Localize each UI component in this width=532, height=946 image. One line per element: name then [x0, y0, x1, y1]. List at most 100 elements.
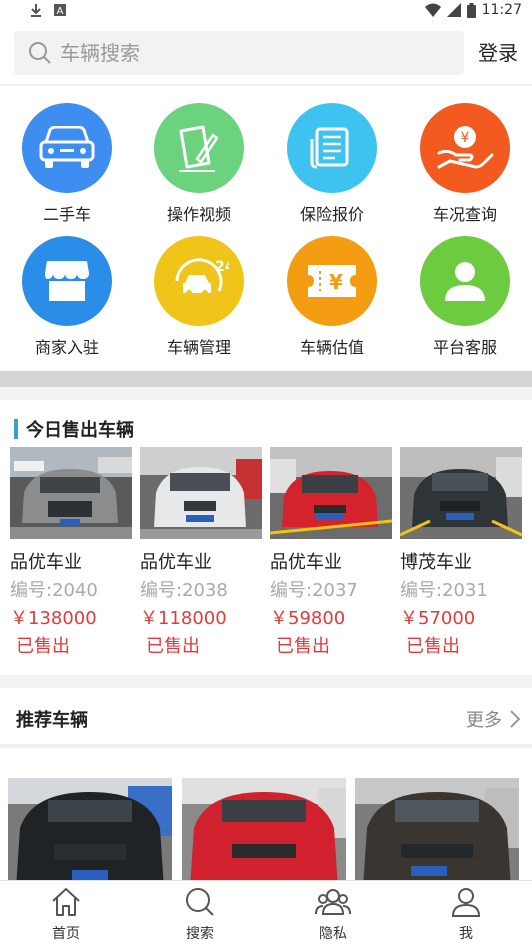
- user-icon: [445, 262, 485, 301]
- valuation-icon-circle: ¥: [287, 236, 377, 326]
- recommend-header: 推荐车辆 更多: [0, 688, 532, 746]
- car-photo: [270, 447, 392, 539]
- login-button[interactable]: 登录: [478, 37, 518, 66]
- grid-label: 保险报价: [299, 205, 364, 224]
- grid-item-customer-service[interactable]: 平台客服: [410, 236, 520, 358]
- newspaper-icon: [310, 127, 349, 169]
- car-photo: [8, 778, 172, 880]
- car-price: ￥118000: [140, 608, 227, 629]
- grid-label: 车况查询: [432, 205, 497, 224]
- download-icon: [31, 4, 41, 17]
- customer-service-icon-circle: [420, 236, 510, 326]
- grid-label: 商家入驻: [34, 338, 99, 357]
- car-code: 编号:2031: [400, 580, 488, 601]
- section-divider: [0, 371, 532, 387]
- grid-label: 二手车: [42, 205, 91, 224]
- car-code: 编号:2037: [270, 580, 358, 601]
- svg-text:¥: ¥: [461, 130, 470, 146]
- document-pen-icon: [179, 125, 219, 172]
- car-price: ￥57000: [400, 608, 476, 629]
- grid-label: 车辆管理: [166, 338, 231, 357]
- car-price: ￥138000: [10, 608, 97, 629]
- nav-label: 隐私: [319, 926, 347, 942]
- nav-item-me[interactable]: 我: [426, 887, 506, 943]
- recommend-car-card[interactable]: [355, 778, 519, 880]
- sold-car-card[interactable]: 品优车业 编号:2037 ￥59800 已售出: [270, 447, 392, 658]
- operation-video-icon-circle: [154, 103, 244, 193]
- grid-label: 操作视频: [166, 205, 231, 224]
- car-photo: [400, 447, 522, 539]
- home-icon: [52, 888, 80, 916]
- svg-text:A: A: [57, 6, 64, 16]
- grid-label: 车辆估值: [299, 338, 364, 357]
- more-button[interactable]: 更多: [466, 706, 520, 732]
- car-dealer: 博茂车业: [400, 552, 472, 573]
- sold-car-card[interactable]: 博茂车业 编号:2031 ￥57000 已售出: [400, 447, 522, 658]
- car-dealer: 品优车业: [10, 552, 82, 573]
- search-box[interactable]: [14, 31, 464, 75]
- battery-icon: [466, 2, 476, 18]
- ticket-yen-icon: ¥: [308, 265, 356, 297]
- car-photo: [182, 778, 346, 880]
- vehicle-management-icon-circle: 24: [154, 236, 244, 326]
- merchant-icon-circle: [22, 236, 112, 326]
- person-icon: [451, 888, 481, 917]
- search-header: 登录: [0, 22, 532, 84]
- insurance-icon-circle: [287, 103, 377, 193]
- search-icon: [29, 42, 51, 64]
- signal-icon: [446, 3, 461, 17]
- status-bar: A 11:27: [0, 0, 532, 22]
- bottom-navigation: 首页 搜索 隐私 我: [0, 880, 532, 946]
- car-price: ￥59800: [270, 608, 346, 629]
- title-accent-bar: [14, 419, 18, 439]
- people-icon: [315, 889, 351, 915]
- nav-label: 搜索: [186, 926, 214, 942]
- car-photo: [10, 447, 132, 539]
- search-icon: [186, 888, 214, 916]
- car-condition-icon-circle: ¥: [420, 103, 510, 193]
- shop-icon: [45, 261, 89, 301]
- recommend-car-card[interactable]: [8, 778, 172, 880]
- svg-text:¥: ¥: [329, 270, 343, 294]
- sold-status: 已售出: [16, 636, 70, 657]
- nav-item-home[interactable]: 首页: [26, 887, 106, 943]
- nav-item-search[interactable]: 搜索: [160, 887, 240, 943]
- sold-section-title: 今日售出车辆: [14, 416, 134, 442]
- chevron-right-icon: [510, 710, 520, 728]
- car-photo: [355, 778, 519, 880]
- more-label: 更多: [466, 710, 502, 731]
- recommend-car-card[interactable]: [182, 778, 346, 880]
- sold-car-card[interactable]: 品优车业 编号:2038 ￥118000 已售出: [140, 447, 262, 658]
- sold-status: 已售出: [146, 636, 200, 657]
- notification-a-icon: A: [54, 4, 66, 16]
- grid-item-used-car[interactable]: 二手车: [12, 103, 122, 225]
- nav-label: 首页: [52, 926, 80, 942]
- sold-section-title-text: 今日售出车辆: [26, 420, 134, 441]
- search-input[interactable]: [60, 41, 420, 65]
- car-front-icon: [39, 126, 95, 168]
- grid-label: 平台客服: [432, 338, 497, 357]
- function-grid: 二手车 操作视频 保险报价 ¥ 车况查询 商家入驻 24 车辆管理 ¥ 车: [0, 86, 532, 371]
- grid-item-operation-video[interactable]: 操作视频: [144, 103, 254, 225]
- recommend-list: [0, 748, 532, 880]
- grid-item-car-condition[interactable]: ¥ 车况查询: [410, 103, 520, 225]
- nav-label: 我: [459, 926, 473, 942]
- car-code: 编号:2038: [140, 580, 228, 601]
- grid-item-vehicle-valuation[interactable]: ¥ 车辆估值: [277, 236, 387, 358]
- car-photo: [140, 447, 262, 539]
- grid-item-merchant-join[interactable]: 商家入驻: [12, 236, 122, 358]
- used-car-icon-circle: [22, 103, 112, 193]
- sold-status: 已售出: [406, 636, 460, 657]
- grid-item-vehicle-management[interactable]: 24 车辆管理: [144, 236, 254, 358]
- car-code: 编号:2040: [10, 580, 98, 601]
- car-dealer: 品优车业: [270, 552, 342, 573]
- nav-item-privacy[interactable]: 隐私: [293, 887, 373, 943]
- hand-coin-icon: ¥: [437, 126, 494, 169]
- sold-car-card[interactable]: 品优车业 编号:2040 ￥138000 已售出: [10, 447, 132, 658]
- car-24-icon: 24: [175, 258, 229, 296]
- status-time: 11:27: [481, 2, 522, 18]
- grid-item-insurance-quote[interactable]: 保险报价: [277, 103, 387, 225]
- sold-status: 已售出: [276, 636, 330, 657]
- sold-today-section: 今日售出车辆 品优车业 编号:2040 ￥138000 已售出 品优车业 编号:…: [0, 400, 532, 675]
- svg-text:24: 24: [215, 259, 229, 275]
